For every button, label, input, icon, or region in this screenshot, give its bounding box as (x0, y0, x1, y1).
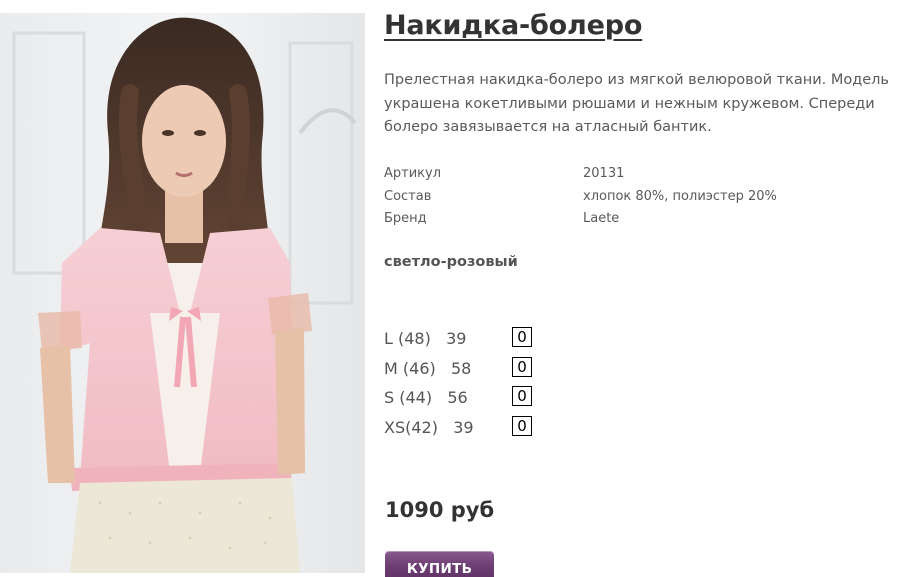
product-specs: Артикул 20131 Состав хлопок 80%, полиэст… (384, 163, 884, 231)
page-title: Накидка-болеро (384, 10, 643, 41)
size-list: L (48) 39 0 M (46) 58 0 S (44) 56 0 XS(4… (384, 325, 532, 444)
spec-value: 20131 (583, 166, 625, 181)
spec-label: Состав (384, 188, 432, 204)
spec-row-article: Артикул 20131 (384, 163, 884, 186)
quantity-input[interactable]: 0 (512, 386, 532, 406)
quantity-input[interactable]: 0 (512, 415, 532, 436)
size-label: M (46) 58 (384, 358, 472, 378)
size-label: XS(42) 39 (384, 417, 474, 437)
size-row-s: S (44) 56 0 (384, 384, 532, 414)
size-row-l: L (48) 39 0 (384, 325, 532, 355)
spec-label: Артикул (384, 166, 442, 181)
size-label: S (44) 56 (384, 388, 468, 407)
quantity-input[interactable]: 0 (512, 327, 532, 347)
quantity-input[interactable]: 0 (512, 356, 532, 377)
spec-row-composition: Состав хлопок 80%, полиэстер 20% (384, 186, 884, 209)
product-price: 1090 руб (385, 498, 495, 522)
spec-label: Бренд (384, 211, 427, 226)
product-description: Прелестная накидка-болеро из мягкой велю… (384, 72, 889, 135)
spec-row-brand: Бренд Laete (384, 208, 884, 231)
spec-value: Laete (583, 211, 620, 226)
product-photo (0, 13, 365, 573)
spec-value: хлопок 80%, полиэстер 20% (583, 188, 777, 204)
size-label: L (48) 39 (384, 329, 467, 348)
size-row-m: M (46) 58 0 (384, 355, 532, 385)
size-row-xs: XS(42) 39 0 (384, 414, 532, 444)
buy-button[interactable]: КУПИТЬ (385, 551, 494, 577)
product-color: светло-розовый (384, 254, 518, 270)
